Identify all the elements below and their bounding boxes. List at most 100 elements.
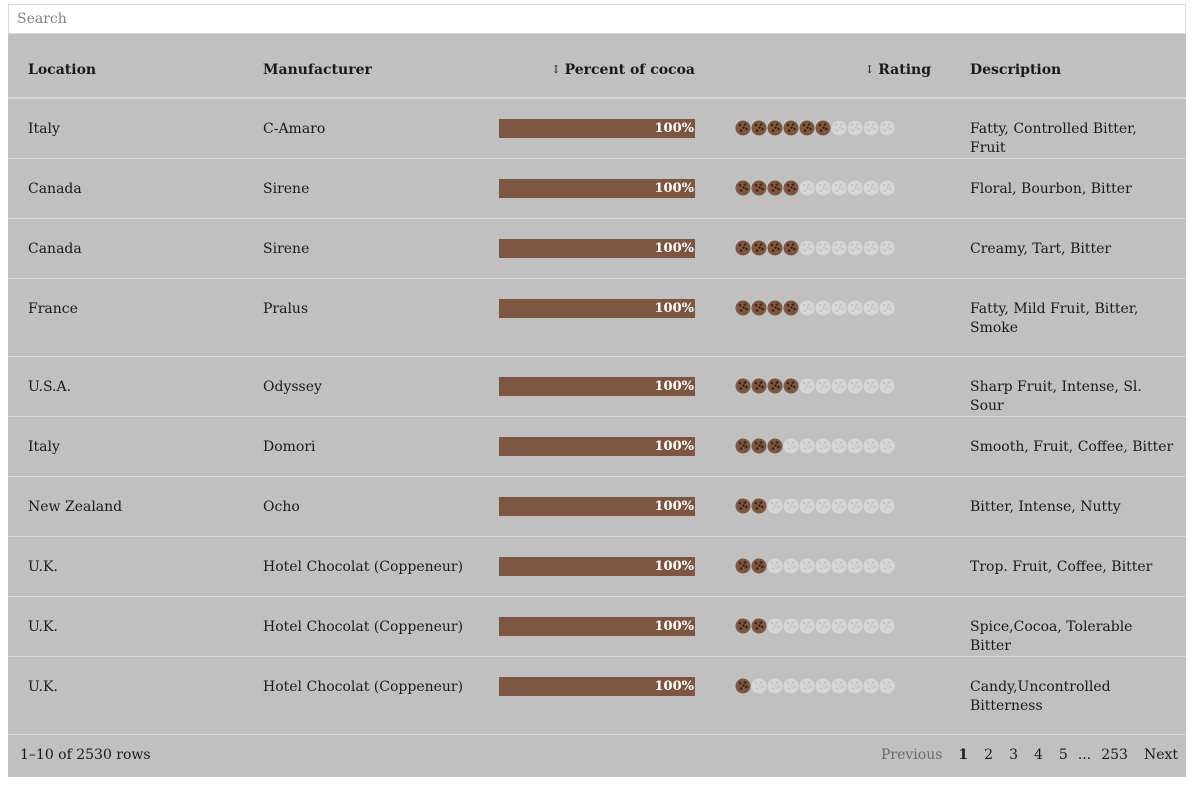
- cookie-filled-icon: [783, 180, 799, 196]
- page-button-4[interactable]: 4: [1034, 747, 1043, 763]
- cocoa-percent-bar: 100%: [499, 377, 695, 396]
- cookie-empty-icon: [879, 378, 895, 394]
- cookie-filled-icon: [735, 498, 751, 514]
- data-table: Location Manufacturer ↕ Percent of cocoa …: [8, 34, 1186, 777]
- cookie-filled-icon: [735, 678, 751, 694]
- column-header-description[interactable]: Description: [970, 34, 1061, 97]
- cookie-empty-icon: [831, 618, 847, 634]
- column-header-rating[interactable]: ↕ Rating: [865, 34, 931, 97]
- cookie-empty-icon: [799, 240, 815, 256]
- cell-manufacturer: Pralus: [263, 301, 309, 317]
- cocoa-percent-label: 100%: [654, 439, 695, 454]
- cocoa-percent-bar: 100%: [499, 179, 695, 198]
- cookie-empty-icon: [767, 558, 783, 574]
- sort-icon: ↕: [551, 63, 561, 76]
- page-button-5[interactable]: 5: [1059, 747, 1068, 763]
- cell-description: Fatty, Mild Fruit, Bitter, Smoke: [970, 301, 1139, 336]
- cookie-filled-icon: [735, 558, 751, 574]
- cookie-filled-icon: [767, 240, 783, 256]
- cookie-empty-icon: [799, 498, 815, 514]
- table-row: New Zealand Ocho 100% Bitter, Intense, Nutt…: [8, 477, 1186, 537]
- cocoa-percent-label: 100%: [654, 679, 695, 694]
- cookie-empty-icon: [783, 438, 799, 454]
- cocoa-percent-label: 100%: [654, 499, 695, 514]
- cocoa-percent-label: 100%: [654, 379, 695, 394]
- cookie-filled-icon: [735, 180, 751, 196]
- table-row: U.S.A. Odyssey 100% Sharp Fruit, Intense, S…: [8, 357, 1186, 417]
- cookie-empty-icon: [815, 180, 831, 196]
- cookie-empty-icon: [879, 180, 895, 196]
- cookie-filled-icon: [767, 120, 783, 136]
- table-body: Italy C-Amaro 100% Fatty, Controlled Bitter…: [8, 99, 1186, 735]
- cell-description: Spice,Cocoa, Tolerable Bitter: [970, 619, 1133, 654]
- cocoa-percent-bar: 100%: [499, 677, 695, 696]
- cell-location: Canada: [28, 241, 82, 257]
- cookie-filled-icon: [799, 120, 815, 136]
- table-row: France Pralus 100% Fatty, Mild Fruit, Bitte…: [8, 279, 1186, 357]
- table-row: U.K. Hotel Chocolat (Coppeneur) 100% Trop. …: [8, 537, 1186, 597]
- previous-button[interactable]: Previous: [881, 747, 942, 763]
- cookie-empty-icon: [815, 678, 831, 694]
- cocoa-percent-label: 100%: [654, 619, 695, 634]
- cell-location: Italy: [28, 439, 60, 455]
- cell-location: New Zealand: [28, 499, 123, 515]
- table-row: Canada Sirene 100% Floral, Bourbon, Bitter: [8, 159, 1186, 219]
- cell-location: U.K.: [28, 559, 58, 575]
- column-header-percent[interactable]: ↕ Percent of cocoa: [551, 34, 695, 97]
- cell-manufacturer: Sirene: [263, 181, 310, 197]
- cell-description: Trop. Fruit, Coffee, Bitter: [970, 559, 1153, 575]
- cookie-empty-icon: [767, 618, 783, 634]
- pagination-ellipsis: ...: [1077, 747, 1092, 763]
- cookie-empty-icon: [863, 678, 879, 694]
- cell-manufacturer: Domori: [263, 439, 316, 455]
- column-header-manufacturer[interactable]: Manufacturer: [263, 34, 372, 97]
- cookie-empty-icon: [815, 618, 831, 634]
- cookie-filled-icon: [783, 378, 799, 394]
- cookie-empty-icon: [847, 678, 863, 694]
- page-button-3[interactable]: 3: [1009, 747, 1018, 763]
- cookie-empty-icon: [863, 120, 879, 136]
- cookie-filled-icon: [735, 120, 751, 136]
- cookie-filled-icon: [751, 558, 767, 574]
- cell-description: Creamy, Tart, Bitter: [970, 241, 1112, 257]
- page-button-last[interactable]: 253: [1101, 747, 1128, 763]
- cookie-filled-icon: [751, 180, 767, 196]
- cookie-empty-icon: [815, 240, 831, 256]
- cookie-empty-icon: [831, 378, 847, 394]
- cookie-empty-icon: [815, 300, 831, 316]
- table-widget: Location Manufacturer ↕Percent of cocoa …: [8, 4, 1186, 777]
- page-button-2[interactable]: 2: [984, 747, 993, 763]
- table-header: Location Manufacturer ↕ Percent of cocoa …: [8, 34, 1186, 99]
- rating-cookies: [735, 558, 895, 576]
- cookie-empty-icon: [831, 438, 847, 454]
- cell-manufacturer: Hotel Chocolat (Coppeneur): [263, 619, 464, 635]
- cookie-empty-icon: [783, 618, 799, 634]
- cookie-empty-icon: [831, 558, 847, 574]
- cell-description: Smooth, Fruit, Coffee, Bitter: [970, 439, 1174, 455]
- cell-manufacturer: Hotel Chocolat (Coppeneur): [263, 559, 464, 575]
- cookie-filled-icon: [783, 240, 799, 256]
- cookie-filled-icon: [735, 240, 751, 256]
- cookie-empty-icon: [863, 498, 879, 514]
- cell-description: Fatty, Controlled Bitter, Fruit: [970, 121, 1137, 156]
- cell-manufacturer: Ocho: [263, 499, 300, 515]
- cookie-empty-icon: [847, 438, 863, 454]
- cookie-filled-icon: [735, 618, 751, 634]
- table-row: Italy C-Amaro 100% Fatty, Controlled Bitter…: [8, 99, 1186, 159]
- sort-icon: ↕: [865, 63, 875, 76]
- cocoa-percent-bar: 100%: [499, 557, 695, 576]
- cell-location: U.K.: [28, 679, 58, 695]
- cookie-empty-icon: [783, 498, 799, 514]
- cookie-empty-icon: [863, 618, 879, 634]
- column-header-percent-label: Percent of cocoa: [564, 62, 695, 78]
- search-input[interactable]: [8, 4, 1186, 34]
- cookie-empty-icon: [751, 678, 767, 694]
- cookie-empty-icon: [783, 678, 799, 694]
- next-button[interactable]: Next: [1144, 747, 1178, 763]
- cell-manufacturer: Hotel Chocolat (Coppeneur): [263, 679, 464, 695]
- page-button-1[interactable]: 1: [958, 747, 968, 763]
- column-header-location[interactable]: Location: [28, 34, 96, 97]
- cookie-filled-icon: [767, 378, 783, 394]
- cell-location: Italy: [28, 121, 60, 137]
- cookie-empty-icon: [863, 300, 879, 316]
